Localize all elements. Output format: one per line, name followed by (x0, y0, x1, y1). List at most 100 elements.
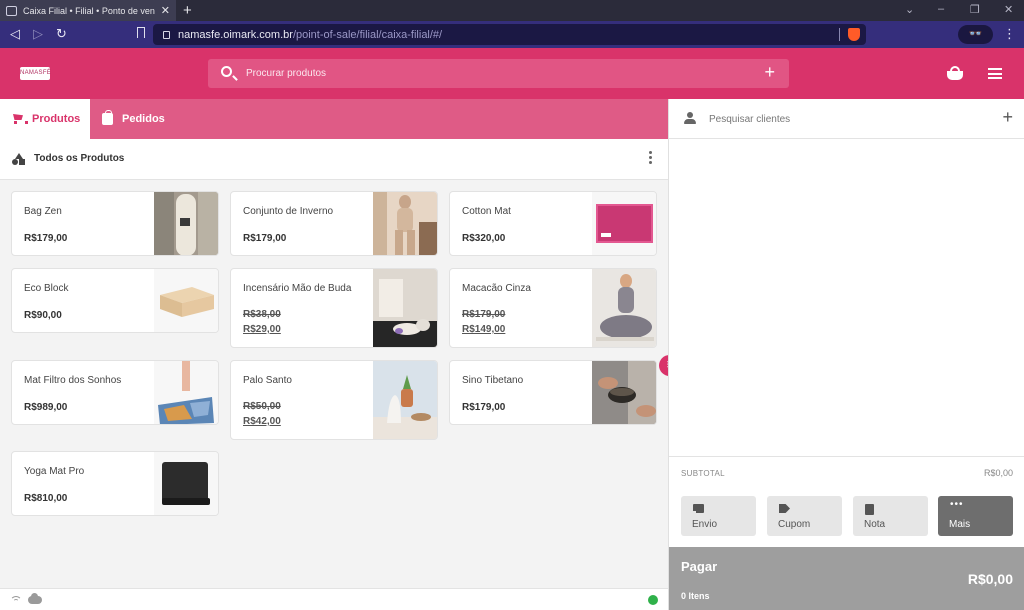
product-card[interactable]: Conjunto de Inverno R$179,00 (230, 191, 438, 256)
category-options-icon[interactable] (649, 151, 653, 166)
tab-search-icon[interactable]: ⌄ (905, 3, 914, 16)
reload-icon[interactable]: ↻ (56, 26, 67, 42)
product-name: Bag Zen (24, 206, 62, 217)
url-field[interactable]: namasfe.oimark.com.br/point-of-sale/fili… (153, 24, 866, 45)
browser-tab[interactable]: Caixa Filial • Filial • Ponto de venda ✕ (0, 0, 176, 21)
product-image (592, 361, 656, 424)
online-status-indicator (648, 595, 658, 605)
product-image (592, 269, 656, 347)
tab-close-icon[interactable]: ✕ (161, 4, 170, 17)
browser-tab-title: Caixa Filial • Filial • Ponto de venda (23, 5, 155, 16)
client-search-input[interactable] (709, 111, 989, 127)
browser-address-bar: ◁ ▷ ↻ namasfe.oimark.com.br/point-of-sal… (0, 21, 1024, 48)
tab-orders[interactable]: Pedidos (90, 99, 165, 139)
subtotal-row: SUBTOTAL R$0,00 (669, 456, 1024, 489)
product-card[interactable]: Cotton Mat R$320,00 (449, 191, 657, 256)
product-card[interactable]: Yoga Mat Pro R$810,00 (11, 451, 219, 516)
client-search-bar: + (669, 99, 1024, 139)
coupon-button[interactable]: Cupom (767, 496, 842, 536)
cart-panel: + SUBTOTAL R$0,00 Envio Cupom Nota ••• M… (668, 99, 1024, 610)
tab-products[interactable]: Produtos (0, 99, 90, 139)
product-price: R$90,00 (24, 310, 62, 321)
pay-label: Pagar (681, 559, 718, 574)
app-header: NAMASFÉ + (0, 48, 1024, 99)
product-card[interactable]: Eco Block R$90,00 (11, 268, 219, 333)
product-image (154, 192, 218, 255)
product-image (373, 361, 437, 439)
more-dots-icon: ••• (950, 499, 964, 510)
product-price: R$149,00 (462, 324, 506, 335)
product-grid: Bag Zen R$179,00 Conjunto de Inverno R$1… (0, 180, 668, 588)
product-old-price: R$179,00 (462, 309, 506, 320)
main-tabs: Produtos Pedidos (0, 99, 668, 139)
menu-icon[interactable] (988, 68, 1002, 79)
tab-orders-label: Pedidos (122, 113, 165, 125)
product-price: R$42,00 (243, 416, 281, 427)
shopping-bag-icon (102, 110, 113, 125)
brave-shield-icon[interactable] (848, 28, 860, 41)
product-name: Palo Santo (243, 375, 292, 386)
brand-logo[interactable]: NAMASFÉ (20, 67, 51, 80)
product-price: R$989,00 (24, 402, 68, 413)
product-price: R$29,00 (243, 324, 281, 335)
category-bar: Todos os Produtos (0, 139, 668, 180)
product-search[interactable]: + (208, 59, 789, 88)
product-card[interactable]: Macacão Cinza R$179,00 R$149,00 (449, 268, 657, 348)
add-product-icon[interactable]: + (764, 62, 775, 83)
forward-icon[interactable]: ▷ (33, 26, 43, 42)
product-name: Incensário Mão de Buda (243, 283, 352, 294)
category-title[interactable]: Todos os Produtos (34, 153, 124, 164)
extension-icon[interactable]: 👓 (958, 25, 993, 44)
page-favicon-icon (6, 5, 17, 16)
url-host: namasfe.oimark.com.br (178, 28, 293, 41)
new-tab-button[interactable]: + (183, 2, 192, 19)
browser-tab-bar: Caixa Filial • Filial • Ponto de venda ✕… (0, 0, 1024, 21)
product-old-price: R$50,00 (243, 401, 281, 412)
product-name: Mat Filtro dos Sonhos (24, 375, 122, 386)
clipboard-icon (865, 504, 874, 515)
basket-icon[interactable] (946, 66, 964, 80)
categories-icon[interactable] (12, 153, 26, 166)
bookmark-icon[interactable] (137, 27, 145, 38)
items-count: 0 Itens (681, 591, 710, 601)
tag-icon (779, 504, 790, 513)
product-price: R$320,00 (462, 233, 506, 244)
product-image (373, 269, 437, 347)
status-bar (0, 588, 668, 610)
note-label: Nota (864, 519, 886, 530)
product-image (154, 452, 218, 515)
more-label: Mais (949, 519, 971, 530)
url-path: /point-of-sale/filial/caixa-filial/#/ (292, 28, 443, 41)
back-icon[interactable]: ◁ (10, 26, 20, 42)
minimize-button[interactable]: – (938, 3, 944, 15)
subtotal-label: SUBTOTAL (681, 469, 725, 478)
product-name: Conjunto de Inverno (243, 206, 334, 217)
product-image (154, 269, 218, 332)
product-card[interactable]: Sino Tibetano R$179,00 (449, 360, 657, 425)
product-card[interactable]: Palo Santo R$50,00 R$42,00 (230, 360, 438, 440)
product-old-price: R$38,00 (243, 309, 281, 320)
note-button[interactable]: Nota (853, 496, 928, 536)
product-name: Cotton Mat (462, 206, 511, 217)
product-image (373, 192, 437, 255)
product-name: Yoga Mat Pro (24, 466, 85, 477)
shipping-button[interactable]: Envio (681, 496, 756, 536)
more-button[interactable]: ••• Mais (938, 496, 1013, 536)
url-separator (839, 28, 840, 41)
pay-button[interactable]: Pagar R$0,00 0 Itens (669, 547, 1024, 610)
truck-icon (693, 504, 704, 514)
browser-menu-icon[interactable]: ⋮ (1003, 26, 1016, 42)
coupon-label: Cupom (778, 519, 811, 530)
product-card[interactable]: Incensário Mão de Buda R$38,00 R$29,00 (230, 268, 438, 348)
product-search-input[interactable] (246, 65, 726, 82)
restore-button[interactable]: ❐ (970, 3, 980, 16)
cloud-icon (28, 593, 42, 604)
product-card[interactable]: Mat Filtro dos Sonhos R$989,00 (11, 360, 219, 425)
product-card[interactable]: Bag Zen R$179,00 (11, 191, 219, 256)
add-client-icon[interactable]: + (1002, 107, 1013, 128)
product-price: R$179,00 (462, 402, 506, 413)
close-window-button[interactable]: ✕ (1004, 3, 1013, 16)
pay-total: R$0,00 (967, 571, 1013, 587)
product-name: Eco Block (24, 283, 69, 294)
wifi-icon (10, 596, 22, 605)
